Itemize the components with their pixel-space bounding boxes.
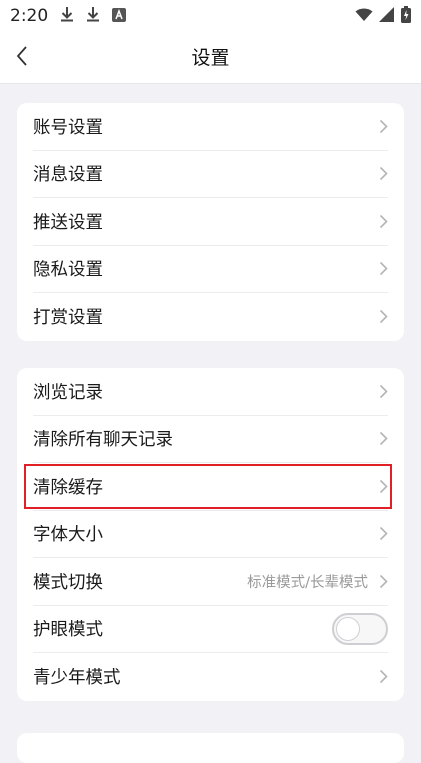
chevron-right-icon xyxy=(374,477,388,495)
status-bar: 2:20 xyxy=(0,0,421,32)
chevron-right-icon xyxy=(374,212,388,230)
setting-label: 模式切换 xyxy=(33,572,103,593)
chevron-right-icon xyxy=(374,572,388,590)
setting-row-reward[interactable]: 打赏设置 xyxy=(33,293,388,341)
setting-row-account[interactable]: 账号设置 xyxy=(33,103,388,151)
toggle-knob xyxy=(336,616,360,641)
battery-icon xyxy=(401,5,411,27)
settings-group-general: 浏览记录 清除所有聊天记录 清除缓存 字体大小 模式切换 标准模式/长辈模式 护… xyxy=(17,368,404,701)
eye-care-toggle[interactable] xyxy=(332,612,388,645)
setting-row-clear-cache[interactable]: 清除缓存 xyxy=(24,463,392,511)
setting-label: 字体大小 xyxy=(33,525,103,546)
chevron-right-icon xyxy=(374,668,388,686)
top-nav-bar: 设置 xyxy=(0,32,421,84)
download-icon xyxy=(86,6,100,26)
setting-label: 隐私设置 xyxy=(33,260,103,281)
setting-row-font-size[interactable]: 字体大小 xyxy=(33,511,388,558)
chevron-right-icon xyxy=(374,117,388,135)
settings-group-account: 账号设置 消息设置 推送设置 隐私设置 打赏设置 xyxy=(17,103,404,341)
wifi-icon xyxy=(355,7,373,26)
signal-icon xyxy=(379,6,395,26)
settings-group-more xyxy=(17,733,404,763)
download-icon xyxy=(60,6,74,26)
setting-label: 消息设置 xyxy=(33,165,103,186)
setting-label: 推送设置 xyxy=(33,212,103,233)
chevron-right-icon xyxy=(374,165,388,183)
chevron-right-icon xyxy=(374,308,388,326)
chevron-right-icon xyxy=(374,525,388,543)
status-bar-left: 2:20 xyxy=(10,6,127,26)
page-title: 设置 xyxy=(191,47,230,69)
setting-row-eye-care: 护眼模式 xyxy=(33,606,388,653)
setting-row-clear-chats[interactable]: 清除所有聊天记录 xyxy=(33,416,388,463)
chevron-right-icon xyxy=(374,430,388,448)
setting-label: 清除所有聊天记录 xyxy=(33,430,173,451)
a-notification-icon xyxy=(112,7,127,26)
setting-label: 护眼模式 xyxy=(33,620,103,641)
setting-row-push[interactable]: 推送设置 xyxy=(33,198,388,246)
mode-value: 标准模式/长辈模式 xyxy=(247,574,368,591)
setting-label: 打赏设置 xyxy=(33,308,103,329)
status-bar-right xyxy=(355,5,411,27)
setting-label: 浏览记录 xyxy=(33,382,103,403)
status-time: 2:20 xyxy=(10,6,49,26)
setting-label: 清除缓存 xyxy=(33,477,103,498)
chevron-right-icon xyxy=(374,382,388,400)
setting-row-privacy[interactable]: 隐私设置 xyxy=(33,246,388,293)
setting-label: 青少年模式 xyxy=(33,668,121,689)
setting-row-teen-mode[interactable]: 青少年模式 xyxy=(33,653,388,701)
setting-row-message[interactable]: 消息设置 xyxy=(33,151,388,198)
chevron-right-icon xyxy=(374,260,388,278)
setting-label: 账号设置 xyxy=(33,117,103,138)
setting-row-history[interactable]: 浏览记录 xyxy=(33,368,388,416)
setting-row-mode-switch[interactable]: 模式切换 标准模式/长辈模式 xyxy=(33,558,388,606)
